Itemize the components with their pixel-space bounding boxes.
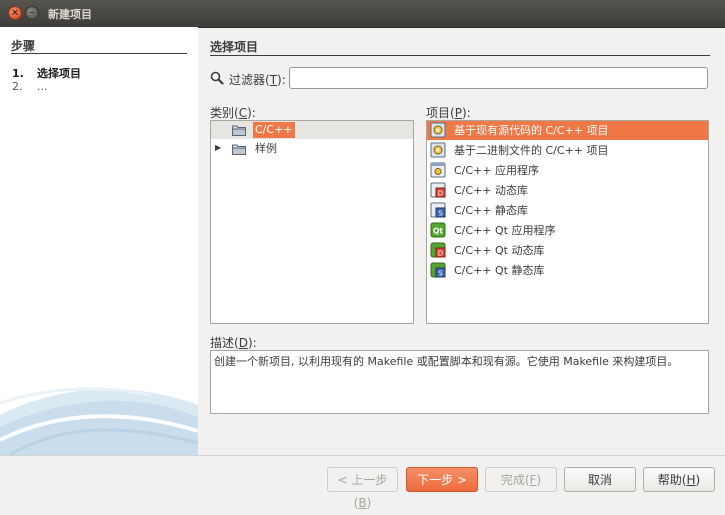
back-mnemonic: B — [358, 496, 367, 510]
projects-label-text: 项目( — [426, 106, 455, 120]
project-label: 基于现有源代码的 C/C++ 项目 — [454, 124, 609, 137]
help-button-label: 帮助( — [657, 473, 687, 487]
help-button[interactable]: 帮助(H) — [643, 467, 715, 492]
step-number: 2. — [12, 80, 23, 93]
qt-dynamic-library-icon: D — [430, 242, 446, 258]
project-label: C/C++ Qt 应用程序 — [454, 224, 556, 237]
description-mnemonic: D — [238, 336, 248, 350]
back-button-tail: ) — [366, 496, 372, 510]
step-item: 1. 选择项目 — [12, 65, 81, 81]
steps-divider — [11, 53, 187, 54]
cpp-dynamic-library-icon: D — [430, 182, 446, 198]
help-mnemonic: H — [686, 473, 696, 487]
close-icon: × — [11, 8, 19, 18]
project-item[interactable]: 基于二进制文件的 C/C++ 项目 — [427, 141, 708, 160]
folder-icon — [232, 144, 246, 155]
cpp-application-icon — [430, 162, 446, 178]
projects-list[interactable]: 基于现有源代码的 C/C++ 项目 基于二进制文件的 C/C++ 项目 C/C+… — [426, 120, 709, 324]
decorative-swoosh-graphic — [0, 387, 198, 455]
finish-button-label: 完成( — [500, 473, 530, 487]
category-label: 样例 — [255, 142, 277, 155]
svg-text:S: S — [438, 270, 443, 278]
window-title: 新建项目 — [48, 8, 92, 21]
project-item[interactable]: Qt C/C++ Qt 应用程序 — [427, 221, 708, 240]
project-label: 基于二进制文件的 C/C++ 项目 — [454, 144, 609, 157]
projects-mnemonic: P — [454, 106, 462, 120]
category-item-cpp[interactable]: C/C++ — [211, 121, 413, 139]
steps-heading: 步骤 — [11, 39, 36, 53]
project-item[interactable]: S C/C++ Qt 静态库 — [427, 261, 708, 280]
project-item[interactable]: D C/C++ 动态库 — [427, 181, 708, 200]
project-item[interactable]: 基于现有源代码的 C/C++ 项目 — [427, 121, 708, 140]
project-label: C/C++ Qt 动态库 — [454, 244, 545, 257]
minimize-icon: – — [29, 8, 35, 18]
cpp-static-library-icon: S — [430, 202, 446, 218]
svg-text:Qt: Qt — [433, 227, 443, 236]
step-label: ... — [37, 80, 48, 93]
close-window-button[interactable]: × — [8, 6, 22, 20]
category-label: C/C++ — [253, 122, 295, 138]
filter-mnemonic: T — [269, 73, 278, 87]
svg-text:S: S — [438, 210, 443, 218]
page-title: 选择项目 — [210, 40, 259, 54]
step-number: 1. — [12, 67, 24, 80]
finish-button[interactable]: 完成(F) — [485, 467, 557, 492]
categories-label: 类别(C): — [210, 104, 256, 121]
description-label-tail: ): — [247, 336, 257, 350]
help-button-tail: ) — [695, 473, 701, 487]
description-label: 描述(D): — [210, 334, 257, 351]
back-button[interactable]: < 上一步(B) — [327, 467, 398, 510]
categories-mnemonic: C — [238, 106, 248, 120]
qt-application-icon: Qt — [430, 222, 446, 238]
cancel-button[interactable]: 取消 — [564, 467, 636, 492]
finish-button-tail: ) — [536, 473, 542, 487]
steps-panel: 步骤 1. 选择项目 2.... — [0, 27, 198, 455]
project-item[interactable]: C/C++ 应用程序 — [427, 161, 708, 180]
cpp-project-gear-icon — [430, 122, 446, 138]
description-label-text: 描述( — [210, 336, 239, 350]
project-label: C/C++ 静态库 — [454, 204, 528, 217]
project-label: C/C++ 动态库 — [454, 184, 528, 197]
step-label: 选择项目 — [37, 67, 81, 80]
title-bar: × – 新建项目 — [0, 0, 725, 28]
categories-label-tail: ): — [247, 106, 256, 120]
description-text: 创建一个新项目, 以利用现有的 Makefile 或配置脚本和现有源。它使用 M… — [210, 350, 709, 414]
qt-static-library-icon: S — [430, 262, 446, 278]
search-icon — [210, 71, 224, 85]
minimize-window-button[interactable]: – — [25, 6, 39, 20]
next-button[interactable]: 下一步 > — [406, 467, 478, 492]
projects-label: 项目(P): — [426, 104, 471, 121]
project-label: C/C++ 应用程序 — [454, 164, 539, 177]
project-label: C/C++ Qt 静态库 — [454, 264, 545, 277]
projects-label-tail: ): — [461, 106, 471, 120]
filter-label: 过滤器(T): — [229, 71, 286, 88]
filter-label-text: 过滤器( — [229, 73, 270, 87]
svg-text:D: D — [438, 190, 443, 198]
title-divider — [210, 55, 710, 56]
step-item: 2.... — [12, 80, 48, 93]
svg-text:D: D — [438, 250, 443, 258]
cpp-project-gear-icon — [430, 142, 446, 158]
category-item-samples[interactable]: ▶ 样例 — [211, 140, 413, 158]
folder-icon — [232, 125, 246, 136]
filter-input[interactable] — [289, 67, 708, 89]
categories-tree[interactable]: C/C++ ▶ 样例 — [210, 120, 414, 324]
categories-label-text: 类别( — [210, 106, 239, 120]
filter-label-tail: ): — [277, 73, 286, 87]
project-item[interactable]: S C/C++ 静态库 — [427, 201, 708, 220]
expand-arrow-icon[interactable]: ▶ — [215, 143, 221, 152]
project-item[interactable]: D C/C++ Qt 动态库 — [427, 241, 708, 260]
